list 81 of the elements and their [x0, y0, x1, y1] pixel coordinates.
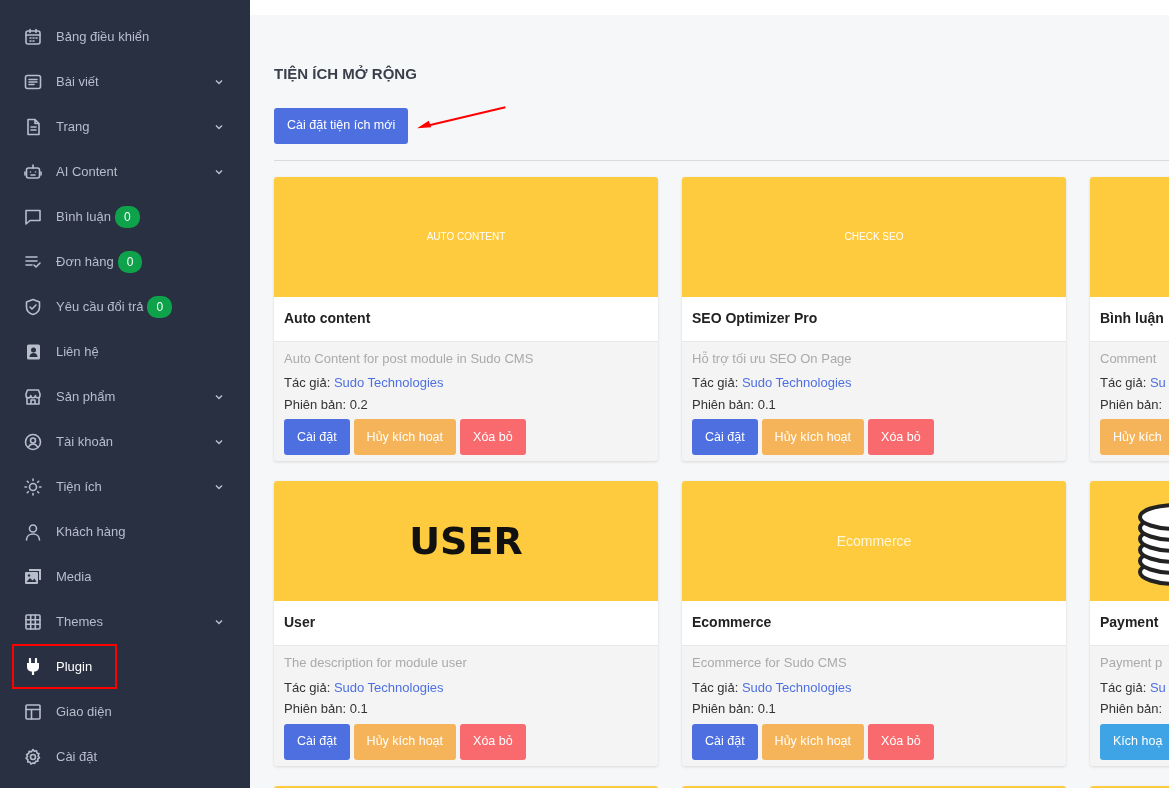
page-icon — [24, 117, 42, 136]
sidebar-item[interactable]: Liên hệ — [0, 329, 250, 374]
author-label: Tác giả: — [1100, 679, 1147, 695]
count-badge: 0 — [147, 295, 173, 318]
activate-button[interactable]: Kích hoạ — [1100, 723, 1169, 760]
count-badge: 0 — [117, 250, 143, 273]
plugin-title: User — [274, 601, 658, 646]
sidebar-item[interactable]: Tài khoản — [0, 419, 250, 464]
version-text: Phiên bản: 0.1 — [284, 700, 369, 718]
user-circle-icon — [24, 432, 42, 451]
sidebar-item[interactable]: Giao diện — [0, 689, 250, 734]
count-badge: 0 — [114, 205, 140, 228]
plugin-title: Payment — [1090, 601, 1169, 646]
sidebar-item[interactable]: Cài đặt — [0, 734, 250, 779]
chat-icon — [24, 207, 42, 226]
plugin-description: Comment — [1100, 349, 1158, 368]
delete-button[interactable]: Xóa bỏ — [460, 723, 526, 760]
banner-caption: AUTO CONTENT — [426, 230, 506, 244]
version-text: Phiên bản: — [1100, 700, 1164, 718]
store-icon — [24, 387, 42, 406]
sidebar-item[interactable]: Bình luận 0 — [0, 194, 250, 239]
sidebar-item[interactable]: Media — [0, 554, 250, 599]
sidebar-item[interactable]: Bài viết — [0, 59, 250, 104]
plugin-description: Payment p — [1100, 654, 1164, 672]
sidebar-item[interactable]: Sản phẩm — [0, 374, 250, 419]
sidebar-item[interactable]: Yêu cầu đổi trả 0 — [0, 284, 250, 329]
sidebar-item[interactable]: Trang — [0, 104, 250, 149]
author-link[interactable]: Su — [1149, 375, 1166, 390]
plugin-description: The description for module user — [284, 654, 468, 672]
delete-button[interactable]: Xóa bỏ — [460, 419, 526, 455]
sidebar-item[interactable]: Tiện ích — [0, 464, 250, 509]
author-link[interactable]: Sudo Technologies — [333, 375, 444, 390]
layout-icon — [24, 702, 42, 721]
sidebar-item[interactable]: Themes — [0, 599, 250, 644]
plugin-description: Ecommerce for Sudo CMS — [692, 654, 848, 672]
plugin-title: Bình luận — [1090, 296, 1169, 342]
shield-icon — [24, 297, 42, 316]
delete-button[interactable]: Xóa bỏ — [868, 419, 934, 455]
version-text: Phiên bản: 0.1 — [692, 700, 777, 718]
plug-icon — [24, 657, 42, 676]
install-button[interactable]: Cài đặt — [692, 723, 758, 760]
version-text: Phiên bản: — [1100, 395, 1164, 414]
author-label: Tác giả: — [284, 375, 331, 390]
author-label: Tác giả: — [692, 375, 739, 390]
install-new-button[interactable]: Cài đặt tiện ích mới — [274, 107, 409, 144]
sidebar-item[interactable]: AI Content — [0, 149, 250, 194]
version-text: Phiên bản: 0.1 — [692, 395, 777, 414]
author-link[interactable]: Su — [1149, 679, 1166, 695]
author-link[interactable]: Sudo Technologies — [741, 679, 852, 695]
install-button[interactable]: Cài đặt — [284, 723, 350, 760]
version-text: Phiên bản: 0.2 — [284, 395, 369, 414]
author-link[interactable]: Sudo Technologies — [741, 375, 852, 390]
install-button[interactable]: Cài đặt — [284, 419, 350, 455]
banner-caption: Ecommerce — [836, 531, 912, 551]
delete-button[interactable]: Xóa bỏ — [868, 723, 934, 760]
page-title: TIỆN ÍCH MỞ RỘNG — [274, 64, 418, 84]
plugin-title: SEO Optimizer Pro — [682, 296, 1066, 342]
media-icon — [24, 567, 42, 586]
settings-icon — [24, 747, 42, 766]
author-link[interactable]: Sudo Technologies — [333, 679, 444, 695]
calendar-icon — [24, 27, 42, 46]
banner-logo: USER — [409, 517, 523, 565]
sidebar-item[interactable]: Plugin — [0, 644, 250, 689]
sun-icon — [24, 477, 42, 496]
sidebar-item[interactable]: Đơn hàng 0 — [0, 239, 250, 284]
user-icon — [24, 522, 42, 541]
grid-icon — [24, 612, 42, 631]
sidebar-item[interactable]: Bảng điều khiển — [0, 14, 250, 59]
install-button[interactable]: Cài đặt — [692, 419, 758, 455]
author-label: Tác giả: — [284, 679, 331, 695]
plugin-description: Auto Content for post module in Sudo CMS — [284, 349, 535, 368]
plugin-title: Ecommerce — [682, 601, 1066, 646]
sidebar-item[interactable]: Khách hàng — [0, 509, 250, 554]
author-label: Tác giả: — [1100, 375, 1147, 390]
robot-icon — [24, 162, 42, 181]
plugin-title: Auto content — [274, 296, 658, 342]
banner-caption: CHECK SEO — [844, 230, 904, 244]
document-icon — [24, 72, 42, 91]
contact-card-icon — [24, 342, 42, 361]
author-label: Tác giả: — [692, 679, 739, 695]
plugin-description: Hỗ trợ tối ưu SEO On Page — [692, 349, 853, 368]
